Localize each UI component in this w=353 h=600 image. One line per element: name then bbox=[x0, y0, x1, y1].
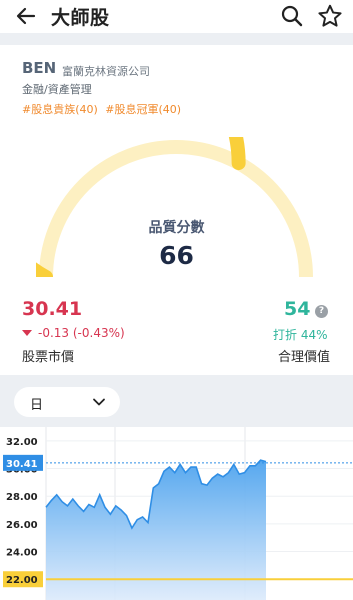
tag-list: #股息貴族(40) #股息冠軍(40) bbox=[22, 101, 185, 117]
quality-score-label: 品質分數 bbox=[148, 220, 205, 236]
market-price: 30.41 bbox=[22, 298, 83, 320]
period-selected-value: 日 bbox=[30, 398, 44, 413]
down-triangle-icon bbox=[22, 330, 32, 336]
period-select[interactable]: 日 bbox=[14, 387, 120, 417]
tag-dividend-champion[interactable]: #股息冠軍(40) bbox=[105, 103, 181, 116]
company-name: 富蘭克林資源公司 bbox=[62, 65, 150, 78]
price-change-text: -0.13 (-0.43%) bbox=[38, 326, 125, 340]
app-header: 大師股 bbox=[0, 0, 353, 33]
market-price-label: 股票市價 bbox=[22, 350, 75, 365]
price-change: -0.13 (-0.43%) bbox=[22, 326, 125, 340]
current-price-tag-label: 30.41 bbox=[6, 459, 38, 470]
star-outline-icon[interactable] bbox=[317, 3, 343, 29]
search-icon[interactable] bbox=[280, 4, 304, 28]
chevron-down-icon bbox=[93, 398, 105, 406]
fair-value-tag-label: 22.00 bbox=[6, 575, 38, 586]
fair-value: 54 bbox=[284, 298, 311, 320]
page-title: 大師股 bbox=[51, 7, 110, 29]
y-tick-label: 32.00 bbox=[6, 437, 38, 448]
y-tick-label: 24.00 bbox=[6, 548, 38, 559]
header-divider bbox=[0, 33, 353, 45]
tag-dividend-aristocrat[interactable]: #股息貴族(40) bbox=[22, 103, 98, 116]
y-tick-label: 26.00 bbox=[6, 520, 38, 531]
fair-value-label: 合理價值 bbox=[278, 350, 331, 365]
price-chart[interactable]: 32.0030.0028.0026.0024.0022.00 30.4122.0… bbox=[0, 427, 353, 600]
quality-score-value: 66 bbox=[159, 241, 194, 270]
discount-text: 打折 44% bbox=[273, 328, 328, 342]
arrow-left-icon[interactable] bbox=[14, 4, 38, 28]
ticker-symbol: BEN bbox=[22, 59, 57, 77]
help-icon[interactable]: ? bbox=[315, 305, 328, 318]
y-tick-label: 28.00 bbox=[6, 492, 38, 503]
sector-label: 金融/資產管理 bbox=[22, 83, 92, 96]
